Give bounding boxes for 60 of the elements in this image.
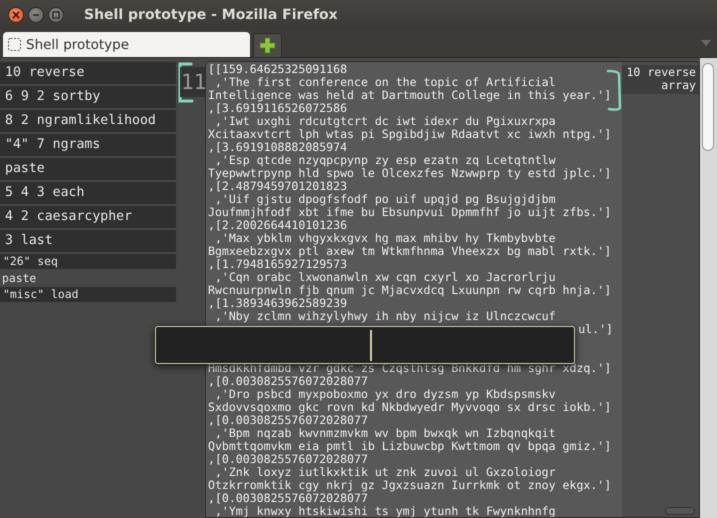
stack-item[interactable]: 5 4 3 each <box>0 182 176 204</box>
output-line: Qvbmttqomvkm eia pmtl ib Lizbuwcbp Kwttmom qv bpqa gmiz.'] <box>208 440 612 453</box>
output-line: ,[2.2002664410101236 <box>208 219 348 232</box>
output-line: ,[0.0030825576072028077 <box>208 453 369 466</box>
new-tab-button[interactable] <box>253 33 282 57</box>
output-line: ,[3.6919108882085974 <box>208 141 348 154</box>
output-line: Rwcnuurpnwln fjb qnum jc Mjacvxdcq Lxuunpn rw cqrb hnja.'] <box>208 284 612 297</box>
output-line: ,[0.0030825576072028077 <box>208 375 369 388</box>
maximize-button[interactable] <box>48 7 64 23</box>
output-line: Joufmmjhfodf xbt ifme bu Ebsunpvui Dpmmfhf jo uijt zfbs.'] <box>208 206 612 219</box>
output-line: Tyepwwtrpynp hld spwo le Olcexzfes Nzwwprp ty estd jplc.'] <box>208 167 612 180</box>
output-line: ,[0.0030825576072028077 <box>208 414 369 427</box>
output-line: ,[3.6919116526072586 <box>208 102 348 115</box>
scroll-thumb[interactable] <box>665 507 695 515</box>
output-line: ,'Max ybklm vhgyxkxgvx hg max mhibv hy Tkmbybvbte <box>214 232 557 245</box>
dropdown-icon[interactable] <box>701 40 711 47</box>
output-line: Bgmxeebzxgvx ptl axew tm Wtkmfhnma Vheexzx bg mabl rxtk.'] <box>208 245 612 258</box>
stack-item[interactable]: "26" seq <box>0 254 176 269</box>
maximize-icon <box>52 11 60 19</box>
minimize-button[interactable] <box>28 7 44 23</box>
scrollbar[interactable] <box>700 58 717 518</box>
stack-item[interactable]: 8 2 ngramlikelihood <box>0 110 176 132</box>
output-line: ,'Iwt uxghi rdcutgtcrt dc iwt idexr du Pgixuxrxpa <box>214 115 557 128</box>
output-line: ,'Znk loxyz iutlkxktik ut znk zuvoi ul Gxzoloiogr <box>214 466 557 479</box>
stack-item[interactable]: 10 reverse <box>0 62 176 84</box>
output-line: ,[1.3893463962589239 <box>208 297 348 310</box>
output-line: Sxdovvsqoxmo gkc rovn kd Nkbdwyedr Myvvoqo sx drsc iokb.'] <box>208 401 612 414</box>
stack-item[interactable]: paste <box>0 270 176 286</box>
output-line: ,'Nby zclmn wihzylyhwy ih nby nijcw iz Ulnczcwcuf <box>214 310 557 323</box>
output-line: ,'Bpm nqzab kwvnmzmvkm wv bpm bwxqk wn Izbqnqkqit <box>214 427 557 440</box>
close-button[interactable] <box>8 7 24 23</box>
stack-item[interactable]: "4" 7 ngrams <box>0 134 176 156</box>
page-icon <box>8 38 21 51</box>
output-line: [[159.64625325091168 <box>208 63 348 76</box>
stack-count: 11 <box>180 67 208 97</box>
output-line: ,'Dro psbcd myxpoboxmo yx dro dyzsm yp Kbdspsmskv <box>214 388 557 401</box>
window-title: Shell prototype - Mozilla Firefox <box>84 7 338 23</box>
output-line: ,'Cqn orabc lxwonanwln xw cqn cxyrl xo Jacrorlrju <box>214 271 557 284</box>
command-input[interactable] <box>155 326 575 364</box>
output-line: ,[1.7948165927129573 <box>208 258 348 271</box>
output-line: ,[0.0030825576072028077 <box>208 492 368 505</box>
stack-item[interactable]: 4 2 caesarcypher <box>0 206 176 228</box>
close-icon <box>12 11 20 19</box>
output-line: Xcitaaxvtcrt lph wtas pi Spgibdjiw Rdaatvt xc iwxh ntpg.'] <box>208 128 612 141</box>
output-line: ul.'] <box>577 323 613 336</box>
output-line: ,'Uif gjstu dpogfsfodf po uif upqjd pg Bsujgjdjbm <box>214 193 557 206</box>
stack-item[interactable]: 6 9 2 sortby <box>0 86 176 108</box>
output-line: Hmsdkkhfdmbd vzr gdkc zs Czqsthtsg Bnkkdfd hm sghr xdzq.'] <box>208 362 612 375</box>
stack-item[interactable]: paste <box>0 158 176 180</box>
stack-item[interactable]: "misc" load <box>0 287 176 302</box>
output-line: ,'Esp qtcde nzyqpcpynp zy esp ezatn zq Lcetqtntlw <box>214 154 557 167</box>
stack-item[interactable]: 3 last <box>0 230 176 252</box>
annotation-label: 10 reverse array <box>622 65 699 94</box>
output-line: Intelligence was held at Dartmouth College in this year.'] <box>208 89 612 102</box>
output-line: ,'The first conference on the topic of Artificial <box>214 76 557 89</box>
plus-icon <box>259 37 276 54</box>
output-line: ,[2.4879459701201823 <box>208 180 348 193</box>
output-line: Otzkrromktik cgy nkrj gz Jgxzsuazn Iurrkmk ot znoy ekgx.'] <box>208 479 612 492</box>
browser-tab[interactable]: Shell prototype <box>3 32 250 57</box>
minimize-icon <box>32 11 40 19</box>
